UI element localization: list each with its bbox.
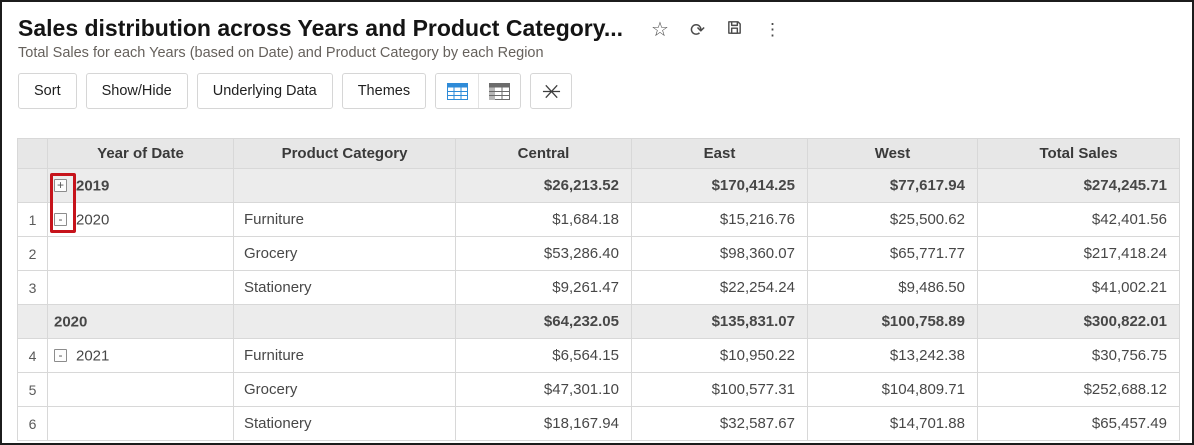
col-header-rownum — [18, 139, 48, 169]
east-value-cell[interactable]: $32,587.67 — [632, 407, 808, 441]
table-row: 6 Stationery$18,167.94$32,587.67$14,701.8… — [18, 407, 1180, 441]
east-value-cell[interactable]: $15,216.76 — [632, 203, 808, 237]
header-action-icons: ☆ ⟳ ⋮ — [651, 15, 781, 40]
favorite-star-icon[interactable]: ☆ — [651, 20, 669, 40]
row-number-cell: 1 — [18, 203, 48, 237]
pivot-view-icon[interactable] — [478, 74, 520, 108]
west-value-cell[interactable]: $104,809.71 — [808, 373, 978, 407]
total-sales-value-cell[interactable]: $217,418.24 — [978, 237, 1180, 271]
central-value-cell[interactable]: $47,301.10 — [456, 373, 632, 407]
analytics-pivot-report-window: Sales distribution across Years and Prod… — [0, 0, 1194, 445]
table-view-icon[interactable] — [436, 74, 478, 108]
total-sales-value-cell[interactable]: $30,756.75 — [978, 339, 1180, 373]
east-value-cell[interactable]: $98,360.07 — [632, 237, 808, 271]
year-cell[interactable] — [48, 237, 234, 271]
collapse-toggle-icon[interactable]: - — [54, 213, 67, 226]
central-value-cell[interactable]: $1,684.18 — [456, 203, 632, 237]
west-value-cell[interactable]: $77,617.94 — [808, 169, 978, 203]
table-row: 1-2020Furniture$1,684.18$15,216.76$25,50… — [18, 203, 1180, 237]
refresh-icon[interactable]: ⟳ — [690, 20, 705, 40]
col-header-product-category[interactable]: Product Category — [234, 139, 456, 169]
col-header-central[interactable]: Central — [456, 139, 632, 169]
east-value-cell[interactable]: $135,831.07 — [632, 305, 808, 339]
year-label: 2019 — [76, 177, 109, 194]
year-cell[interactable]: -2020 — [48, 203, 234, 237]
row-number-cell — [18, 169, 48, 203]
themes-button[interactable]: Themes — [342, 73, 426, 109]
west-value-cell[interactable]: $13,242.38 — [808, 339, 978, 373]
category-cell[interactable]: Furniture — [234, 203, 456, 237]
report-subtitle: Total Sales for each Years (based on Dat… — [18, 45, 1176, 61]
header-row: Year of Date Product Category Central Ea… — [18, 139, 1180, 169]
table-row: 4-2021Furniture$6,564.15$10,950.22$13,24… — [18, 339, 1180, 373]
year-cell[interactable] — [48, 407, 234, 441]
pivot-table: Year of Date Product Category Central Ea… — [17, 138, 1180, 443]
category-cell[interactable] — [234, 169, 456, 203]
expand-toggle-icon[interactable]: + — [54, 179, 67, 192]
total-sales-value-cell[interactable]: $300,822.01 — [978, 305, 1180, 339]
total-sales-value-cell[interactable]: $274,245.71 — [978, 169, 1180, 203]
central-value-cell[interactable]: $18,167.94 — [456, 407, 632, 441]
east-value-cell[interactable]: $170,414.25 — [632, 169, 808, 203]
table-body: +2019 $26,213.52$170,414.25$77,617.94$274… — [18, 169, 1180, 441]
west-value-cell[interactable]: $65,771.77 — [808, 237, 978, 271]
central-value-cell[interactable]: $64,232.05 — [456, 305, 632, 339]
east-value-cell[interactable]: $22,254.24 — [632, 271, 808, 305]
col-header-east[interactable]: East — [632, 139, 808, 169]
toolbar: Sort Show/Hide Underlying Data Themes — [18, 73, 1176, 109]
east-value-cell[interactable]: $10,950.22 — [632, 339, 808, 373]
category-cell[interactable]: Grocery — [234, 373, 456, 407]
west-value-cell[interactable]: $9,486.50 — [808, 271, 978, 305]
row-number-cell: 5 — [18, 373, 48, 407]
total-sales-value-cell[interactable]: $252,688.12 — [978, 373, 1180, 407]
total-sales-value-cell[interactable]: $65,457.49 — [978, 407, 1180, 441]
more-options-icon[interactable]: ⋮ — [764, 20, 781, 40]
category-cell[interactable]: Grocery — [234, 237, 456, 271]
collapse-all-icon[interactable] — [530, 73, 572, 109]
year-label: 2020 — [76, 211, 109, 228]
west-value-cell[interactable]: $100,758.89 — [808, 305, 978, 339]
west-value-cell[interactable]: $14,701.88 — [808, 407, 978, 441]
year-cell[interactable]: +2019 — [48, 169, 234, 203]
row-number-cell: 3 — [18, 271, 48, 305]
row-number-cell: 4 — [18, 339, 48, 373]
table-row: 3 Stationery$9,261.47$22,254.24$9,486.50$… — [18, 271, 1180, 305]
year-label: 2020 — [54, 313, 87, 330]
year-cell[interactable]: 2020 — [48, 305, 234, 339]
total-sales-value-cell[interactable]: $42,401.56 — [978, 203, 1180, 237]
central-value-cell[interactable]: $26,213.52 — [456, 169, 632, 203]
col-header-total-sales[interactable]: Total Sales — [978, 139, 1180, 169]
year-cell[interactable] — [48, 271, 234, 305]
col-header-west[interactable]: West — [808, 139, 978, 169]
central-value-cell[interactable]: $53,286.40 — [456, 237, 632, 271]
total-sales-value-cell[interactable]: $41,002.21 — [978, 271, 1180, 305]
east-value-cell[interactable]: $100,577.31 — [632, 373, 808, 407]
page-title: Sales distribution across Years and Prod… — [18, 15, 623, 42]
show-hide-button[interactable]: Show/Hide — [86, 73, 188, 109]
sort-button[interactable]: Sort — [18, 73, 77, 109]
category-cell[interactable]: Furniture — [234, 339, 456, 373]
central-value-cell[interactable]: $9,261.47 — [456, 271, 632, 305]
central-value-cell[interactable]: $6,564.15 — [456, 339, 632, 373]
category-cell[interactable]: Stationery — [234, 271, 456, 305]
row-number-cell: 2 — [18, 237, 48, 271]
collapse-toggle-icon[interactable]: - — [54, 349, 67, 362]
category-cell[interactable] — [234, 305, 456, 339]
year-cell[interactable] — [48, 373, 234, 407]
save-icon[interactable] — [726, 19, 743, 40]
row-number-cell: 6 — [18, 407, 48, 441]
table-row: 5 Grocery$47,301.10$100,577.31$104,809.71… — [18, 373, 1180, 407]
category-cell[interactable]: Stationery — [234, 407, 456, 441]
summary-row: 2020 $64,232.05$135,831.07$100,758.89$300… — [18, 305, 1180, 339]
col-header-year[interactable]: Year of Date — [48, 139, 234, 169]
underlying-data-button[interactable]: Underlying Data — [197, 73, 333, 109]
west-value-cell[interactable]: $25,500.62 — [808, 203, 978, 237]
year-label: 2021 — [76, 347, 109, 364]
report-header: Sales distribution across Years and Prod… — [2, 2, 1192, 42]
table-row: 2 Grocery$53,286.40$98,360.07$65,771.77$2… — [18, 237, 1180, 271]
year-cell[interactable]: -2021 — [48, 339, 234, 373]
view-toggle-group — [435, 73, 521, 109]
summary-row: +2019 $26,213.52$170,414.25$77,617.94$274… — [18, 169, 1180, 203]
row-number-cell — [18, 305, 48, 339]
